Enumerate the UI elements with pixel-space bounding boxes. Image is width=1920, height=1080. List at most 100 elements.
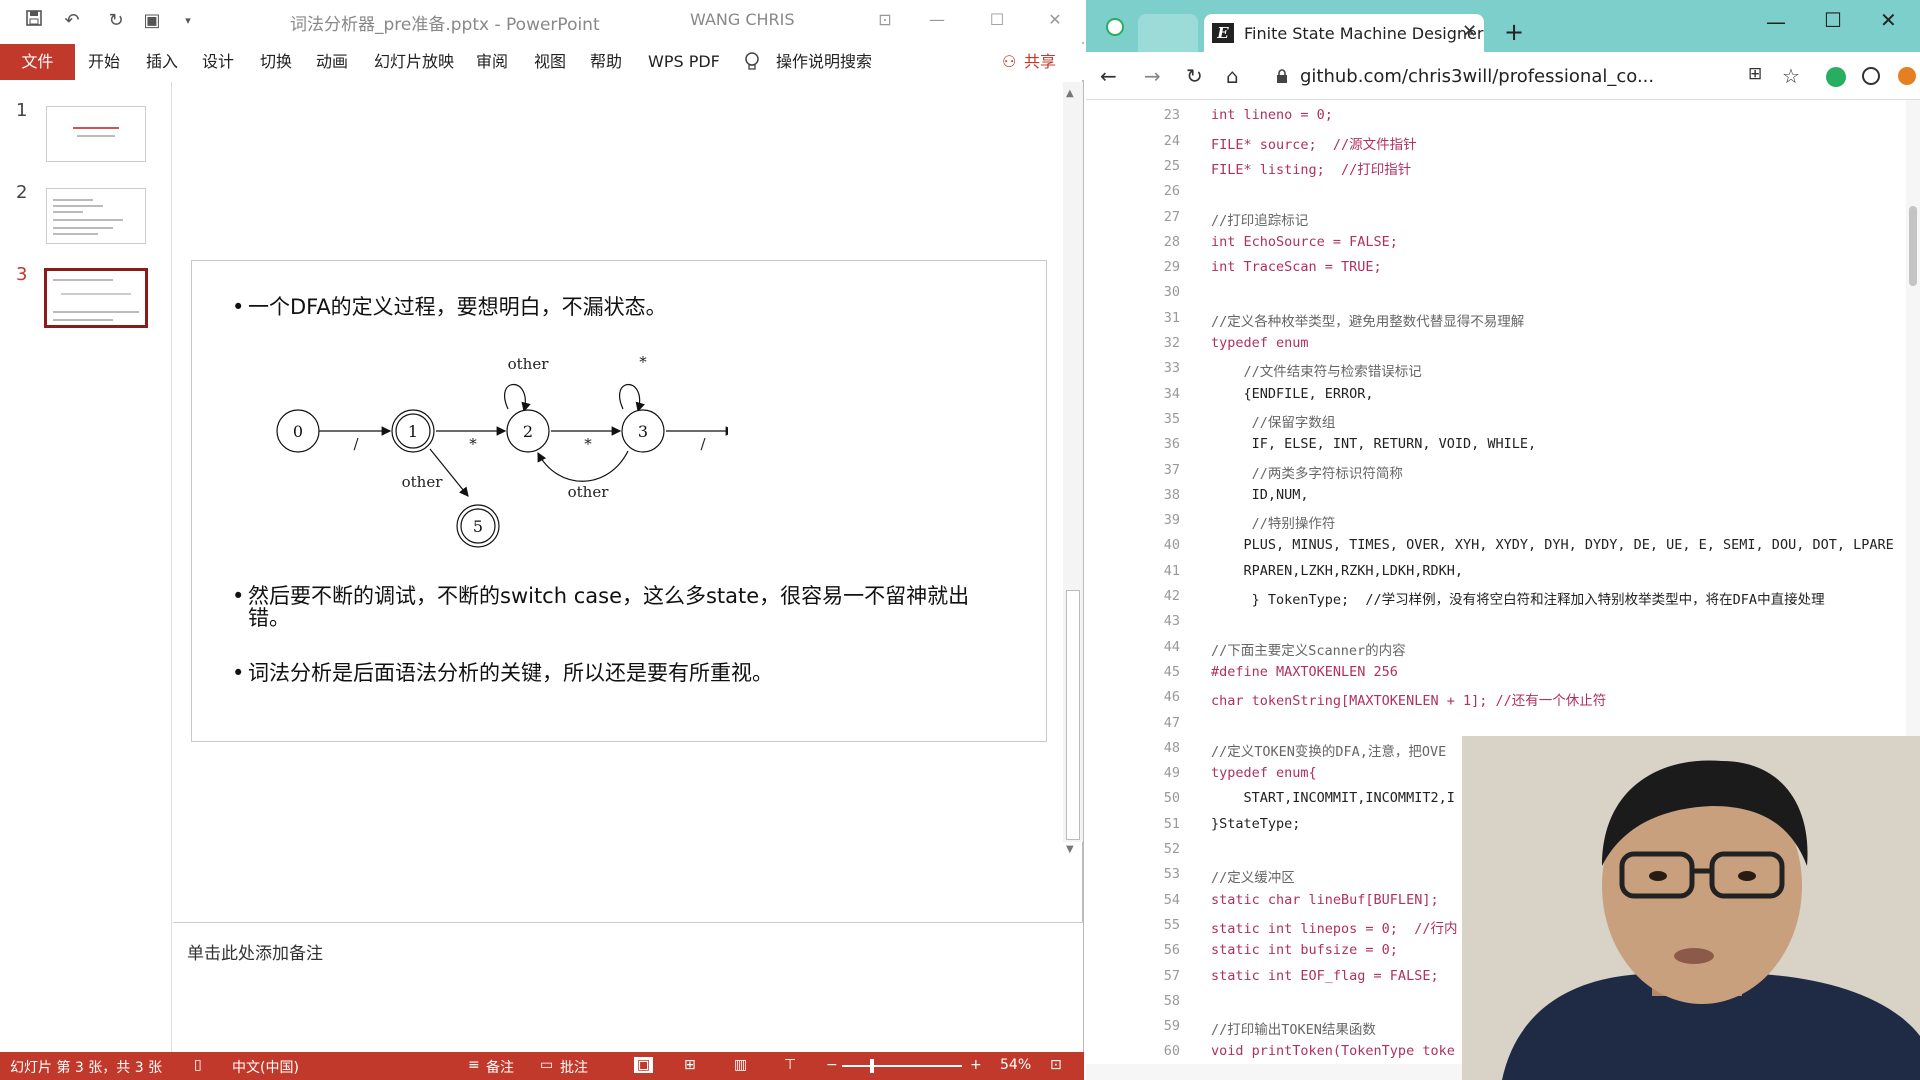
scroll-thumb[interactable] (1066, 590, 1080, 840)
line-number[interactable]: 23 (1086, 107, 1180, 123)
line-number[interactable]: 49 (1086, 765, 1180, 781)
zoom-level[interactable]: 54% (1000, 1057, 1031, 1073)
tab-home[interactable]: 开始 (88, 44, 120, 80)
line-number[interactable]: 28 (1086, 234, 1180, 250)
slide-thumbnail-1[interactable] (46, 106, 146, 162)
line-number[interactable]: 43 (1086, 613, 1180, 629)
slideshow-icon[interactable]: ⊤ (784, 1057, 796, 1073)
line-number[interactable]: 58 (1086, 993, 1180, 1009)
scroll-down-icon[interactable]: ▼ (1066, 844, 1074, 855)
slide-thumbnail-2[interactable] (46, 188, 146, 244)
bullet-debugging[interactable]: 然后要不断的调试，不断的switch case，这么多state，很容易一不留神… (232, 585, 1008, 629)
line-number[interactable]: 40 (1086, 537, 1180, 553)
reading-view-icon[interactable]: ▥ (734, 1057, 747, 1073)
line-number[interactable]: 53 (1086, 866, 1180, 882)
normal-view-icon[interactable]: ▣ (634, 1057, 654, 1073)
minimize-icon[interactable]: — (1766, 10, 1786, 34)
home-icon[interactable]: ⌂ (1226, 64, 1239, 88)
line-number[interactable]: 36 (1086, 436, 1180, 452)
line-number[interactable]: 34 (1086, 386, 1180, 402)
notes-icon[interactable]: ≡ (468, 1057, 480, 1073)
lightbulb-icon[interactable] (742, 51, 762, 73)
account-name[interactable]: WANG CHRIS (690, 10, 795, 29)
customize-toolbar-icon[interactable]: ▾ (176, 9, 200, 33)
bullet-dfa-definition[interactable]: 一个DFA的定义过程，要想明白，不漏状态。 (232, 295, 667, 319)
fit-to-window-icon[interactable]: ⊡ (1050, 1057, 1062, 1073)
maximize-icon[interactable]: ☐ (982, 8, 1012, 32)
grammarly-icon[interactable] (1826, 67, 1846, 87)
zoom-slider[interactable] (842, 1065, 962, 1067)
save-icon[interactable] (22, 9, 46, 33)
line-number[interactable]: 26 (1086, 183, 1180, 199)
line-number[interactable]: 46 (1086, 689, 1180, 705)
line-number[interactable]: 32 (1086, 335, 1180, 351)
line-number[interactable]: 38 (1086, 487, 1180, 503)
minimize-icon[interactable]: — (922, 8, 952, 32)
tab-slideshow[interactable]: 幻灯片放映 (374, 44, 454, 80)
line-number[interactable]: 42 (1086, 588, 1180, 604)
line-number[interactable]: 52 (1086, 841, 1180, 857)
account-avatar[interactable] (1898, 67, 1916, 85)
tab-wps-pdf[interactable]: WPS PDF (648, 44, 720, 80)
tab-review[interactable]: 审阅 (476, 44, 508, 80)
line-number[interactable]: 57 (1086, 968, 1180, 984)
scroll-up-icon[interactable]: ▲ (1066, 88, 1074, 99)
line-number[interactable]: 60 (1086, 1043, 1180, 1059)
present-from-start-icon[interactable]: ▣ (140, 9, 164, 33)
forward-icon[interactable]: → (1144, 64, 1161, 88)
line-number[interactable]: 30 (1086, 284, 1180, 300)
line-number[interactable]: 35 (1086, 411, 1180, 427)
ribbon-display-icon[interactable]: ⊡ (870, 8, 900, 32)
line-number[interactable]: 55 (1086, 917, 1180, 933)
extension-icon[interactable] (1862, 67, 1880, 85)
comments-icon[interactable]: ▭ (540, 1057, 553, 1073)
line-number[interactable]: 47 (1086, 715, 1180, 731)
dfa-diagram[interactable]: 0 1 2 3 4 5 / * * / other * other (268, 351, 728, 561)
tab-insert[interactable]: 插入 (146, 44, 178, 80)
slide-sorter-icon[interactable]: ⊞ (684, 1057, 696, 1073)
translate-icon[interactable]: ⊞ (1748, 64, 1762, 84)
reload-icon[interactable]: ↻ (1186, 64, 1203, 88)
line-number[interactable]: 39 (1086, 512, 1180, 528)
tell-me-search[interactable]: 操作说明搜索 (776, 44, 872, 80)
close-tab-icon[interactable]: ✕ (1462, 21, 1477, 42)
line-number[interactable]: 29 (1086, 259, 1180, 275)
line-number[interactable]: 31 (1086, 310, 1180, 326)
code-scroll-thumb[interactable] (1909, 206, 1917, 286)
line-number[interactable]: 56 (1086, 942, 1180, 958)
address-bar[interactable]: github.com/chris3will/professional_co... (1270, 60, 1740, 92)
tab-transitions[interactable]: 切换 (260, 44, 292, 80)
line-number[interactable]: 27 (1086, 209, 1180, 225)
spellcheck-icon[interactable]: ▯ (194, 1057, 202, 1073)
url-text[interactable]: github.com/chris3will/professional_co... (1300, 66, 1654, 87)
tab-animations[interactable]: 动画 (316, 44, 348, 80)
tab-fsm-designer[interactable]: E Finite State Machine Designer ✕ (1204, 14, 1484, 52)
lock-icon[interactable] (1276, 68, 1288, 83)
tab-file[interactable]: 文件 (0, 44, 75, 80)
notes-placeholder[interactable]: 单击此处添加备注 (187, 939, 323, 964)
share-icon[interactable]: ⚇ (1002, 44, 1016, 80)
share-button[interactable]: 共享 (1024, 44, 1056, 80)
zoom-slider-thumb[interactable] (870, 1059, 874, 1073)
pinned-tab[interactable] (1138, 14, 1198, 52)
line-number[interactable]: 24 (1086, 133, 1180, 149)
tab-design[interactable]: 设计 (202, 44, 234, 80)
slide-canvas[interactable]: 一个DFA的定义过程，要想明白，不漏状态。 (191, 260, 1047, 742)
zoom-out-icon[interactable]: − (826, 1057, 838, 1073)
maximize-icon[interactable]: ☐ (1824, 8, 1842, 32)
slide-scrollbar[interactable]: ▲ ▼ (1063, 82, 1083, 855)
line-number[interactable]: 51 (1086, 816, 1180, 832)
zoom-in-icon[interactable]: + (970, 1057, 982, 1073)
new-tab-icon[interactable]: + (1504, 18, 1524, 46)
bullet-importance[interactable]: 词法分析是后面语法分析的关键，所以还是要有所重视。 (232, 661, 773, 685)
tab-view[interactable]: 视图 (534, 44, 566, 80)
language-indicator[interactable]: 中文(中国) (232, 1057, 299, 1077)
line-number[interactable]: 59 (1086, 1018, 1180, 1034)
line-number[interactable]: 33 (1086, 360, 1180, 376)
undo-icon[interactable]: ↶ (60, 9, 84, 33)
line-number[interactable]: 50 (1086, 790, 1180, 806)
line-number[interactable]: 25 (1086, 158, 1180, 174)
line-number[interactable]: 41 (1086, 563, 1180, 579)
line-number[interactable]: 37 (1086, 462, 1180, 478)
line-number[interactable]: 45 (1086, 664, 1180, 680)
